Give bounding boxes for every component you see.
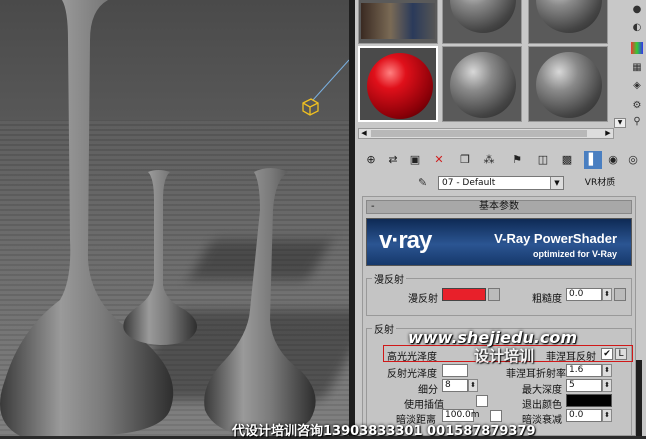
options-icon[interactable]: ⚙: [631, 100, 643, 112]
dim-falloff-spinner[interactable]: ⬍: [602, 409, 612, 422]
max-depth-field[interactable]: 5: [566, 379, 602, 392]
rollout-scrollbar[interactable]: [636, 360, 642, 436]
light-target-line: [312, 59, 349, 101]
sample-slot-active[interactable]: [358, 46, 438, 122]
assign-material-icon[interactable]: ▣: [406, 151, 424, 169]
get-material-icon[interactable]: ⊕: [362, 151, 380, 169]
sample-slot-2[interactable]: [442, 0, 522, 44]
make-unique-icon[interactable]: ⁂: [480, 151, 498, 169]
reflect-gloss-label: 反射光泽度: [387, 369, 437, 380]
material-id-icon[interactable]: ◫: [534, 151, 552, 169]
subdivs-label: 细分: [418, 385, 438, 396]
vray-logo: v·ray: [379, 227, 432, 254]
roughness-label: 粗糙度: [532, 294, 562, 305]
right-toolbar: ● ◐ ▦ ◈ ⚙ ⚲: [628, 0, 646, 130]
lock-button[interactable]: L: [615, 348, 627, 360]
fresnel-ior-field[interactable]: 1.6: [566, 364, 602, 377]
sample-slot-5[interactable]: [442, 46, 522, 122]
go-to-parent-icon[interactable]: ◉: [604, 151, 622, 169]
exit-color-swatch[interactable]: [566, 394, 612, 407]
max-depth-label: 最大深度: [522, 385, 562, 396]
sample-slot-6[interactable]: [528, 46, 608, 122]
diffuse-map-button[interactable]: [488, 288, 500, 301]
fresnel-label: 菲涅耳反射: [546, 352, 596, 363]
scroll-right-icon[interactable]: ▶: [603, 129, 613, 138]
slot-vertical-scroll[interactable]: ▼: [614, 118, 626, 128]
material-type-button[interactable]: VR材质: [572, 176, 628, 190]
vases-scene: [0, 0, 349, 436]
reflect-group-label: 反射: [372, 321, 396, 336]
banner-subtitle: optimized for V-Ray: [532, 249, 617, 259]
fresnel-ior-label: 菲涅耳折射率: [506, 369, 566, 380]
tall-vase: [0, 0, 174, 436]
medium-vase: [204, 168, 316, 436]
vray-banner: v·ray V-Ray PowerShader optimized for V-…: [366, 218, 632, 266]
small-vase: [123, 170, 198, 345]
show-map-icon[interactable]: ▩: [558, 151, 576, 169]
diffuse-label: 漫反射: [408, 294, 438, 305]
sample-type-icon[interactable]: ●: [631, 4, 643, 16]
use-interp-checkbox[interactable]: [476, 395, 488, 407]
exit-color-label: 退出颜色: [522, 400, 562, 411]
watermark-contact: 代设计培训咨询13903833301 001587879379: [232, 424, 536, 439]
material-sphere: [450, 52, 516, 118]
magnify-icon[interactable]: ⚲: [631, 116, 643, 128]
roughness-map-button[interactable]: [614, 288, 626, 301]
max-depth-spinner[interactable]: ⬍: [602, 379, 612, 392]
go-forward-icon[interactable]: ◎: [624, 151, 642, 169]
video-color-icon[interactable]: ◈: [631, 80, 643, 92]
uv-tiling-icon[interactable]: ▦: [631, 62, 643, 74]
fresnel-ior-spinner[interactable]: ⬍: [602, 364, 612, 377]
reflect-gloss-field[interactable]: [442, 364, 468, 377]
material-name-field[interactable]: 07 - Default ▼: [438, 176, 564, 190]
watermark-school: 设计培训: [474, 347, 535, 365]
scroll-thumb[interactable]: [371, 130, 587, 137]
put-to-scene-icon[interactable]: ⇄: [384, 151, 402, 169]
material-sphere: [450, 0, 516, 33]
subdivs-spinner[interactable]: ⬍: [468, 379, 478, 392]
material-name: 07 - Default: [442, 178, 496, 188]
material-sphere-red: [367, 53, 433, 119]
highlight-gloss-label: 高光光泽度: [387, 352, 437, 363]
name-dropdown-icon[interactable]: ▼: [550, 177, 563, 189]
subdivs-field[interactable]: 8: [442, 379, 468, 392]
environment-thumbnail: [361, 3, 435, 39]
show-end-result-icon[interactable]: ▌: [584, 151, 602, 169]
dim-falloff-field[interactable]: 0.0: [566, 409, 602, 422]
backlight-icon[interactable]: ◐: [631, 22, 643, 34]
material-sphere: [536, 52, 602, 118]
sample-slot-1[interactable]: [358, 0, 438, 44]
diffuse-group-label: 漫反射: [372, 271, 406, 286]
rollout-title: 基本参数: [479, 201, 519, 212]
slot-scrollbar[interactable]: ◀ ▶: [358, 128, 614, 139]
diffuse-color-swatch[interactable]: [442, 288, 486, 301]
roughness-field[interactable]: 0.0: [566, 288, 602, 301]
put-library-icon[interactable]: ⚑: [508, 151, 526, 169]
viewport[interactable]: [0, 0, 349, 436]
eyedropper-icon[interactable]: ✎: [418, 176, 432, 190]
use-interp-label: 使用插值: [404, 400, 444, 411]
rollout-header[interactable]: - 基本参数: [366, 200, 632, 214]
scroll-left-icon[interactable]: ◀: [359, 129, 369, 138]
sample-slot-3[interactable]: [528, 0, 608, 44]
light-gizmo-icon: [302, 98, 319, 116]
banner-title: V-Ray PowerShader: [494, 231, 617, 246]
rollout-collapse-icon[interactable]: -: [371, 201, 375, 213]
roughness-spinner[interactable]: ⬍: [602, 288, 612, 301]
reset-map-icon[interactable]: ✕: [430, 151, 448, 169]
fresnel-checkbox[interactable]: ✔: [601, 348, 613, 360]
material-sphere: [536, 0, 602, 33]
background-icon[interactable]: [631, 42, 643, 54]
copy-material-icon[interactable]: ❐: [456, 151, 474, 169]
